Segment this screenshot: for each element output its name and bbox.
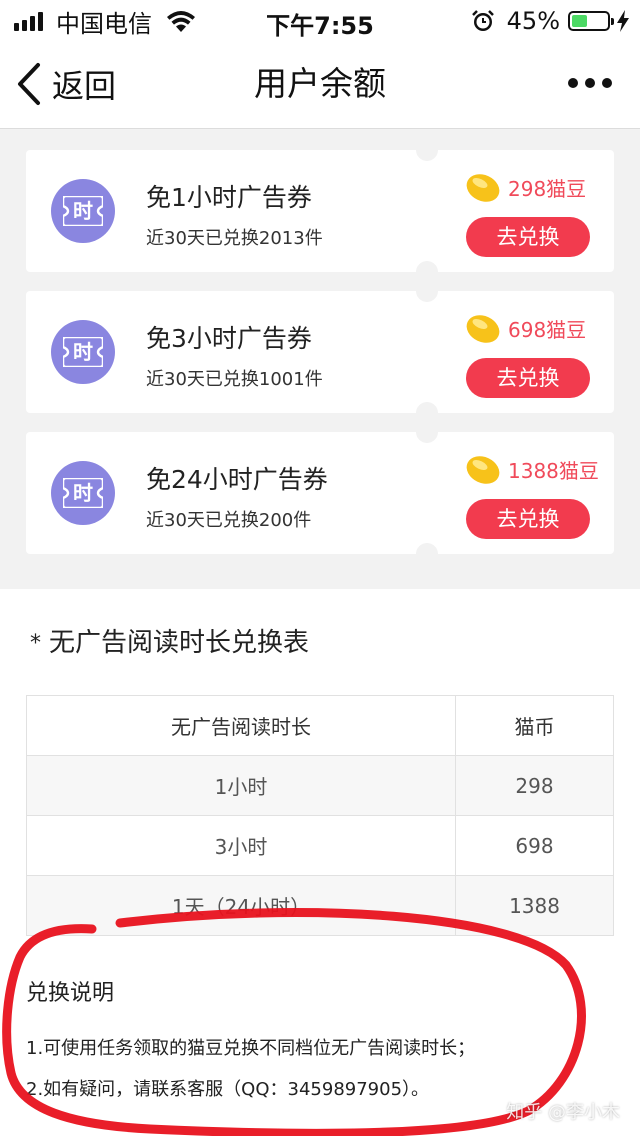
coupon-subtitle: 近30天已兑换200件 xyxy=(146,510,312,531)
section-title: * 无广告阅读时长兑换表 xyxy=(30,622,309,659)
table-row: 3小时 698 xyxy=(25,815,614,876)
nav-bar: 返回 用户余额 xyxy=(0,40,640,129)
bean-icon xyxy=(466,315,500,343)
bean-icon xyxy=(466,456,500,484)
chevron-left-icon xyxy=(18,63,40,105)
table-cell: 1天（24小时） xyxy=(25,875,457,936)
coupon-notch xyxy=(416,150,438,161)
coupon-title: 免24小时广告券 xyxy=(146,465,328,494)
coupon-list: 时 免1小时广告券 近30天已兑换2013件 298猫豆 去兑换 时 免3小时广… xyxy=(0,129,640,589)
table-header: 无广告阅读时长 xyxy=(25,695,457,756)
carrier-name: 中国电信 xyxy=(56,9,152,38)
price-text: 1388猫豆 xyxy=(508,458,599,483)
exchange-button[interactable]: 去兑换 xyxy=(466,499,590,539)
coupon-card: 时 免3小时广告券 近30天已兑换1001件 698猫豆 去兑换 xyxy=(26,291,614,413)
exchange-button[interactable]: 去兑换 xyxy=(466,358,590,398)
ticket-icon: 时 xyxy=(51,179,115,243)
wifi-icon xyxy=(167,11,195,32)
table-cell: 1388 xyxy=(455,875,614,936)
note-item: 2.如有疑问，请联系客服（QQ：3459897905）。 xyxy=(26,1079,430,1100)
battery-icon xyxy=(568,11,614,31)
coupon-notch xyxy=(416,432,438,443)
coupon-price: 298猫豆 xyxy=(464,170,586,204)
ticket-glyph: 时 xyxy=(73,481,93,505)
table-header-row: 无广告阅读时长 猫币 xyxy=(25,695,614,756)
status-bar: 中国电信 下午7:55 45% xyxy=(0,0,640,40)
status-right: 45% xyxy=(471,6,630,36)
coupon-notch xyxy=(416,291,438,302)
table-cell: 698 xyxy=(455,815,614,876)
exchange-table: 无广告阅读时长 猫币 1小时 298 3小时 698 1天（24小时） 1388 xyxy=(25,695,614,936)
charging-bolt-icon xyxy=(617,10,629,32)
ticket-glyph: 时 xyxy=(73,340,93,364)
ticket-icon: 时 xyxy=(51,320,115,384)
table-cell: 3小时 xyxy=(25,815,457,876)
watermark: 知乎 @李小木 xyxy=(506,1102,620,1123)
coupon-price: 698猫豆 xyxy=(464,311,586,345)
more-dots-icon[interactable] xyxy=(568,70,612,96)
coupon-price: 1388猫豆 xyxy=(464,452,599,486)
status-left: 中国电信 xyxy=(14,6,198,38)
table-cell: 1小时 xyxy=(25,755,457,816)
battery-percent: 45% xyxy=(506,7,560,35)
battery-fill xyxy=(572,15,587,27)
table-header: 猫币 xyxy=(455,695,614,756)
alarm-icon xyxy=(471,10,494,31)
coupon-notch xyxy=(416,402,438,413)
back-label: 返回 xyxy=(52,67,117,105)
price-text: 298猫豆 xyxy=(508,176,587,201)
coupon-title: 免1小时广告券 xyxy=(146,183,312,212)
coupon-notch xyxy=(416,543,438,554)
ticket-icon: 时 xyxy=(51,461,115,525)
star-mark: * xyxy=(30,631,41,656)
signal-icon xyxy=(14,11,46,31)
exchange-button[interactable]: 去兑换 xyxy=(466,217,590,257)
table-row: 1小时 298 xyxy=(25,755,614,816)
coupon-subtitle: 近30天已兑换2013件 xyxy=(146,228,323,249)
coupon-card: 时 免1小时广告券 近30天已兑换2013件 298猫豆 去兑换 xyxy=(26,150,614,272)
bean-icon xyxy=(466,174,500,202)
table-row: 1天（24小时） 1388 xyxy=(25,875,614,936)
price-text: 698猫豆 xyxy=(508,317,587,342)
coupon-notch xyxy=(416,261,438,272)
coupon-card: 时 免24小时广告券 近30天已兑换200件 1388猫豆 去兑换 xyxy=(26,432,614,554)
coupon-subtitle: 近30天已兑换1001件 xyxy=(146,369,323,390)
back-button[interactable]: 返回 xyxy=(16,62,116,106)
note-item: 1.可使用任务领取的猫豆兑换不同档位无广告阅读时长； xyxy=(26,1038,476,1059)
table-cell: 298 xyxy=(455,755,614,816)
ticket-glyph: 时 xyxy=(73,199,93,223)
notes-title: 兑换说明 xyxy=(26,981,115,1006)
coupon-title: 免3小时广告券 xyxy=(146,324,312,353)
section-title-text: 无广告阅读时长兑换表 xyxy=(49,628,310,658)
